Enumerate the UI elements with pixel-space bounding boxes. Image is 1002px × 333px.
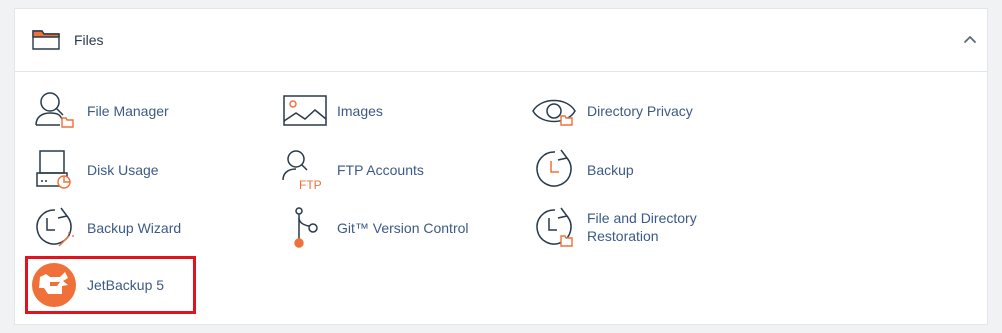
file-directory-restoration-label-line2: Restoration <box>587 228 659 244</box>
git-version-control-label: Git™ Version Control <box>337 220 469 236</box>
backup-wizard-icon <box>36 207 74 247</box>
images-icon <box>283 95 327 126</box>
disk-usage-icon <box>36 150 71 189</box>
file-directory-restoration-link[interactable]: File and Directory Restoration <box>531 206 751 254</box>
images-link[interactable]: Images <box>281 89 481 133</box>
backup-wizard-link[interactable]: Backup Wizard <box>31 206 231 250</box>
disk-usage-link[interactable]: Disk Usage <box>31 148 231 192</box>
backup-label: Backup <box>587 162 634 178</box>
directory-privacy-link[interactable]: Directory Privacy <box>531 89 751 133</box>
git-version-control-link[interactable]: Git™ Version Control <box>281 206 501 250</box>
file-restoration-icon <box>536 207 573 247</box>
folder-icon <box>32 30 60 50</box>
chevron-up-icon[interactable] <box>961 31 979 49</box>
files-panel: Files File Manager Images Directory Priv <box>14 8 988 325</box>
section-title: Files <box>74 32 104 48</box>
file-manager-label: File Manager <box>87 103 169 119</box>
disk-usage-label: Disk Usage <box>87 162 159 178</box>
file-directory-restoration-label: File and Directory <box>587 210 697 226</box>
images-label: Images <box>337 103 383 119</box>
file-manager-link[interactable]: File Manager <box>31 89 231 133</box>
svg-text:FTP: FTP <box>299 178 322 192</box>
git-icon <box>294 207 318 248</box>
backup-icon <box>536 149 572 187</box>
ftp-accounts-link[interactable]: FTP FTP Accounts <box>281 148 481 192</box>
directory-privacy-label: Directory Privacy <box>587 103 693 119</box>
file-manager-icon <box>35 92 74 128</box>
backup-wizard-label: Backup Wizard <box>87 220 182 236</box>
backup-link[interactable]: Backup <box>531 148 731 192</box>
directory-privacy-icon <box>532 99 576 126</box>
ftp-accounts-label: FTP Accounts <box>337 162 424 178</box>
panel-header[interactable]: Files <box>15 9 987 72</box>
highlight-box <box>25 256 196 314</box>
ftp-accounts-icon: FTP <box>282 150 322 192</box>
